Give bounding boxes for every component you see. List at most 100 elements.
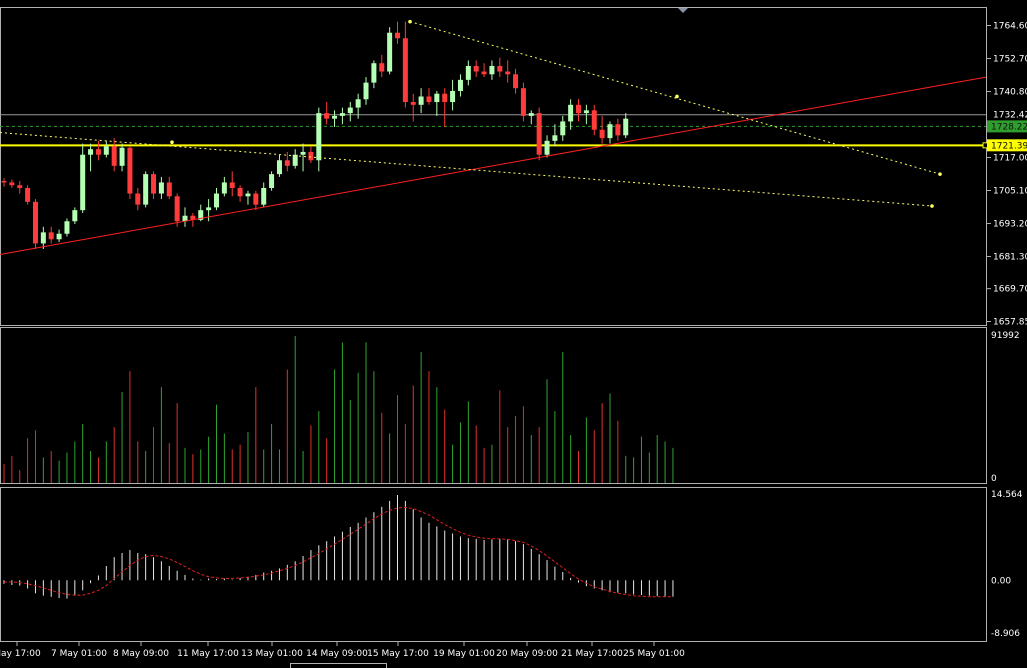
volume-bars — [3, 335, 674, 483]
candle-body — [229, 182, 235, 188]
oscillator-zero-label: 0.00 — [991, 576, 1011, 586]
candle-body — [103, 146, 109, 155]
candle-body — [48, 232, 54, 240]
candle — [174, 193, 180, 227]
candle — [489, 60, 495, 80]
candle — [95, 140, 101, 161]
candle-body — [213, 193, 219, 208]
candle-body — [158, 182, 164, 194]
candle-body — [284, 160, 290, 166]
candle — [213, 187, 219, 211]
candle — [80, 143, 86, 213]
candle-body — [599, 129, 605, 139]
trendline-anchor-icon[interactable] — [930, 204, 934, 208]
price-tick-label: 1740.80 — [993, 87, 1027, 97]
time-tick-label: 25 May 01:00 — [623, 649, 685, 659]
candle — [127, 146, 133, 200]
candle — [623, 113, 629, 139]
candle-body — [206, 207, 212, 211]
price-tick-label: 1764.60 — [993, 22, 1027, 32]
candle — [182, 207, 188, 227]
candle-body — [88, 149, 94, 155]
ask-price-label: 1732.42 — [993, 111, 1027, 121]
volume-axis: 91992 0 — [991, 331, 1020, 484]
candle-body — [544, 140, 550, 155]
candle — [371, 60, 377, 89]
candle — [552, 124, 558, 147]
candle — [48, 226, 54, 244]
candle — [418, 88, 424, 114]
trendline-anchor-icon[interactable] — [408, 19, 412, 24]
price-tick-label: 1717.00 — [993, 153, 1027, 163]
time-tick-label: 13 May 01:00 — [241, 649, 303, 659]
volume-max-label: 91992 — [991, 331, 1020, 341]
candle — [64, 218, 70, 237]
price-panel-frame — [0, 7, 987, 326]
time-tick-label: 8 May 09:00 — [113, 649, 169, 659]
candle-body — [292, 154, 298, 166]
oscillator-signal-line — [4, 506, 673, 598]
candle-body — [300, 151, 306, 155]
status-tab[interactable] — [290, 663, 387, 668]
candle-body — [497, 65, 503, 72]
candle — [308, 146, 314, 164]
candle-body — [615, 124, 621, 136]
rising-trendline[interactable] — [0, 76, 987, 256]
chart-shift-marker-icon[interactable] — [678, 8, 688, 13]
candle — [1, 178, 7, 187]
candle-body — [591, 110, 597, 130]
candle-body — [64, 221, 70, 234]
time-tick-label: 14 May 09:00 — [306, 649, 368, 659]
candle — [135, 187, 141, 211]
candle-body — [465, 65, 471, 80]
trendline-anchor-icon[interactable] — [675, 94, 679, 99]
candle-body — [505, 71, 511, 75]
candle-body — [332, 115, 338, 119]
candle — [229, 171, 235, 197]
candle — [261, 182, 267, 208]
candle-body — [261, 187, 267, 205]
price-axis: 1764.601752.701740.801728.901717.001705.… — [986, 22, 1027, 328]
candle — [158, 176, 164, 200]
candle-body — [9, 182, 15, 186]
candle-body — [481, 71, 487, 75]
candle — [387, 27, 393, 75]
candle-body — [457, 79, 463, 91]
trendline-anchor-icon[interactable] — [170, 140, 174, 145]
price-tick-label: 1681.30 — [993, 252, 1027, 262]
candle — [143, 171, 149, 208]
candle — [206, 199, 212, 222]
signal-line — [4, 506, 673, 598]
time-tick-label: 11 May 17:00 — [177, 649, 239, 659]
time-tick-label: 19 May 01:00 — [433, 649, 495, 659]
candle-body — [355, 99, 361, 108]
candle-body — [607, 124, 613, 139]
candle-body — [418, 96, 424, 105]
candlestick-series — [1, 21, 629, 249]
candle — [395, 21, 400, 44]
trendline-anchor-icon[interactable] — [938, 172, 942, 176]
candle-body — [119, 147, 125, 166]
candle-body — [434, 93, 440, 103]
candle — [473, 60, 479, 78]
candle — [505, 60, 511, 83]
time-tick-label: 21 May 17:00 — [561, 649, 623, 659]
candle-body — [568, 104, 574, 122]
candle-body — [221, 182, 227, 194]
candle-body — [56, 233, 62, 240]
candle-body — [25, 187, 31, 202]
candle-body — [151, 174, 157, 194]
price-tick-label: 1669.70 — [993, 285, 1027, 295]
falling-dotted-trendline-upper[interactable] — [409, 21, 941, 175]
candle — [615, 118, 621, 141]
oscillator-panel-frame — [0, 487, 987, 642]
candle — [607, 121, 613, 144]
candle — [591, 104, 597, 136]
time-tick-label: 20 May 09:00 — [496, 649, 558, 659]
candle-body — [95, 149, 101, 155]
volume-panel-frame — [0, 327, 987, 484]
bid-price-label: 1728.22 — [991, 122, 1027, 132]
candle-body — [536, 113, 542, 155]
candle — [245, 190, 251, 205]
price-tick-label: 1693.20 — [993, 219, 1027, 229]
